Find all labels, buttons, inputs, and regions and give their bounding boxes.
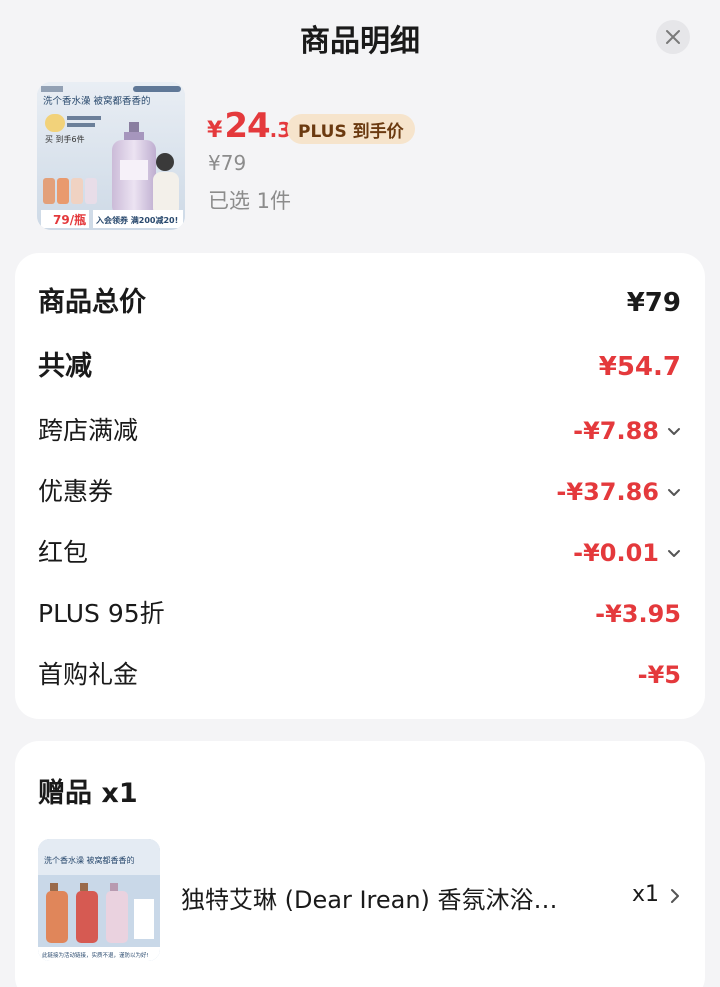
selected-count: 已选 1件 bbox=[208, 189, 292, 213]
chevron-down-icon[interactable] bbox=[665, 544, 683, 562]
product-price-tag: 79/瓶 bbox=[53, 212, 86, 227]
price-currency: ¥ bbox=[207, 118, 223, 143]
gift-quantity: x1 bbox=[631, 882, 659, 907]
product-coupon-tag: 入会领券 满200减20! bbox=[95, 215, 178, 225]
header: 商品明细 bbox=[0, 0, 720, 78]
row-label: 首购礼金 bbox=[38, 660, 139, 689]
row-label: 优惠券 bbox=[38, 477, 114, 506]
product-headline: 洗个香水澡 被窝都香香的 bbox=[43, 95, 151, 107]
row-value: ¥54.7 bbox=[598, 352, 681, 382]
row-total-price: 商品总价 ¥79 bbox=[15, 283, 705, 323]
row-total-discount: 共减 ¥54.7 bbox=[15, 347, 705, 387]
page-title: 商品明细 bbox=[300, 24, 420, 59]
row-coupon[interactable]: 优惠券 -¥37.86 bbox=[15, 472, 705, 512]
close-icon bbox=[666, 30, 680, 44]
chevron-right-icon[interactable] bbox=[667, 887, 683, 905]
product-image[interactable]: 洗个香水澡 被窝都香香的 买 到手6件 79/瓶 入会领券 满200减20! bbox=[37, 82, 185, 230]
row-red-packet[interactable]: 红包 -¥0.01 bbox=[15, 533, 705, 573]
plus-price-badge: PLUS 到手价 bbox=[287, 114, 415, 144]
gift-image-art: 洗个香水澡 被窝都香香的 此链接为活动链接，实质不退，谨防以为好! bbox=[38, 839, 160, 961]
gift-headline: 洗个香水澡 被窝都香香的 bbox=[44, 855, 135, 865]
row-value: -¥3.95 bbox=[595, 600, 681, 628]
row-value: -¥5 bbox=[637, 661, 681, 689]
original-price: ¥79 bbox=[208, 151, 247, 175]
product-buy-tag: 买 到手6件 bbox=[45, 134, 85, 144]
row-value: ¥79 bbox=[626, 288, 681, 318]
row-value: -¥37.86 bbox=[556, 478, 659, 506]
row-first-purchase-gift: 首购礼金 -¥5 bbox=[15, 655, 705, 695]
gift-image[interactable]: 洗个香水澡 被窝都香香的 此链接为活动链接，实质不退，谨防以为好! bbox=[38, 839, 160, 961]
gift-name[interactable]: 独特艾琳 (Dear Irean) 香氛沐浴露套装 bbox=[181, 880, 581, 915]
row-label: 跨店满减 bbox=[38, 416, 139, 445]
product-image-art: 洗个香水澡 被窝都香香的 买 到手6件 79/瓶 入会领券 满200减20! bbox=[37, 82, 185, 230]
row-label: PLUS 95折 bbox=[38, 599, 165, 628]
row-value: -¥0.01 bbox=[573, 539, 659, 567]
final-price: ¥ 24 .3 bbox=[207, 106, 291, 146]
row-label: 红包 bbox=[38, 538, 89, 567]
row-cross-store-discount[interactable]: 跨店满减 -¥7.88 bbox=[15, 411, 705, 451]
row-value: -¥7.88 bbox=[573, 417, 659, 445]
gift-card: 赠品 x1 洗个香水澡 被窝都香香的 此链接为活动链接，实质不退，谨防以为好! … bbox=[15, 741, 705, 987]
row-label: 商品总价 bbox=[38, 287, 146, 318]
row-label: 共减 bbox=[38, 351, 92, 382]
close-button[interactable] bbox=[656, 20, 690, 54]
row-plus-discount: PLUS 95折 -¥3.95 bbox=[15, 594, 705, 634]
gift-footer: 此链接为活动链接，实质不退，谨防以为好! bbox=[42, 951, 149, 959]
price-detail-card: 商品总价 ¥79 共减 ¥54.7 跨店满减 -¥7.88 优惠券 -¥37.8… bbox=[15, 253, 705, 719]
chevron-down-icon[interactable] bbox=[665, 422, 683, 440]
price-integer: 24 bbox=[224, 106, 270, 146]
chevron-down-icon[interactable] bbox=[665, 483, 683, 501]
gift-title: 赠品 x1 bbox=[38, 778, 138, 809]
